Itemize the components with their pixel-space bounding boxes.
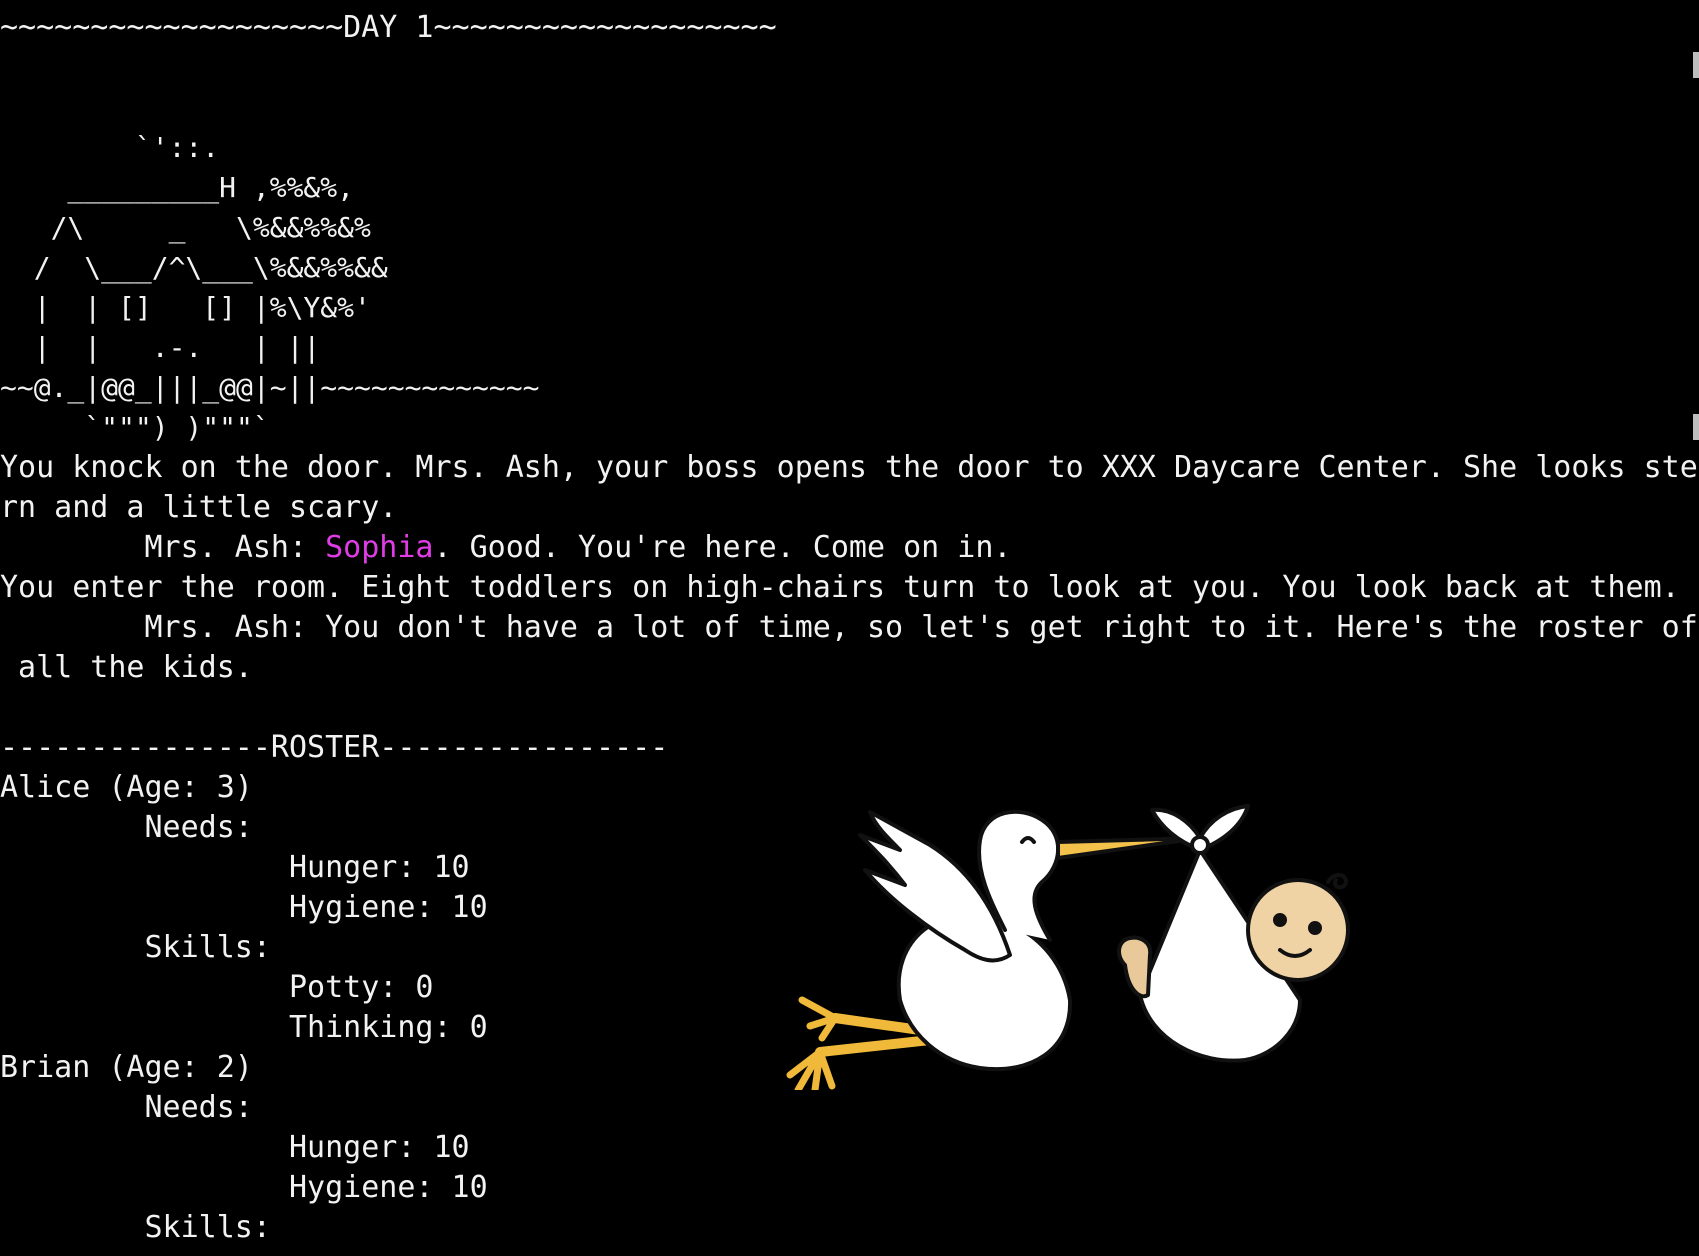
hygiene-stat: Hygiene: 10 [0,1170,488,1205]
intro-text: You knock on the door. Mrs. Ash, your bo… [0,450,1698,485]
roster-header: ---------------ROSTER---------------- [0,730,669,765]
enter-room-text: You enter the room. Eight toddlers on hi… [0,570,1698,605]
cursor-edge-mark [1693,52,1699,78]
greeting-suffix: . Good. You're here. Come on in. [433,530,1012,565]
greeting-line: Mrs. Ash: Sophia. Good. You're here. Com… [0,528,1699,568]
ascii-art-line: `'::. [0,131,220,164]
ascii-art-line: | | [] [] |%\Y&%' [0,291,371,324]
ascii-art-line: | | .-. | || [0,331,321,364]
ascii-art-line: / \___/^\___\%&&%%&& [0,251,388,284]
hunger-stat: Hunger: 10 [0,1130,470,1165]
roster-intro-text: Mrs. Ash: You don't have a lot of time, … [0,610,1698,645]
ascii-art-line: _________H ,%%&%, [0,171,355,204]
day-header: ~~~~~~~~~~~~~~~~~~~DAY 1~~~~~~~~~~~~~~~~… [0,10,777,45]
ascii-art-line: ~~@._|@@_|||_@@|~||~~~~~~~~~~~~~ [0,371,540,404]
player-name: Sophia [325,530,434,565]
needs-label: Needs: [0,1090,253,1125]
stork-carrying-baby-icon [786,804,1350,1090]
ascii-art-line: `""") )"""` [0,411,270,444]
greeting-prefix: Mrs. Ash: [0,530,326,565]
ascii-art-line: /\ _ \%&&%%&% [0,211,371,244]
daycare-house-ascii-art: `'::. _________H ,%%&%, /\ _ \%&&%%&% / … [0,128,1699,448]
intro-text: rn and a little scary. [0,490,398,525]
roster-intro-text: all the kids. [0,650,253,685]
skills-label: Skills: [0,1210,271,1245]
cursor-edge-mark [1693,414,1699,440]
